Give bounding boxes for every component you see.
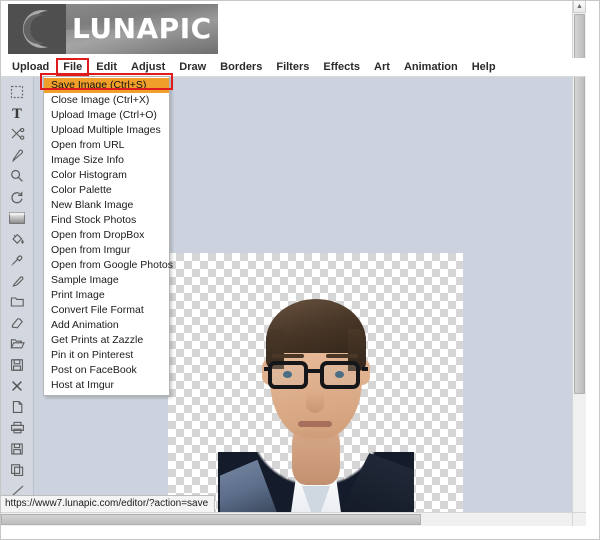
photo-chin [286, 431, 344, 449]
menu-post-on-facebook[interactable]: Post on FaceBook [44, 363, 169, 378]
menu-item-borders[interactable]: Borders [213, 59, 269, 75]
scroll-up-button[interactable]: ▲ [573, 0, 586, 13]
horizontal-scroll-thumb[interactable] [1, 514, 421, 525]
menu-item-filters[interactable]: Filters [269, 59, 316, 75]
svg-text:T: T [12, 107, 22, 120]
menu-new-blank-image[interactable]: New Blank Image [44, 198, 169, 213]
scissors-icon[interactable] [0, 123, 34, 144]
save-as-icon[interactable] [0, 438, 34, 459]
photo-glasses-bridge [308, 369, 322, 373]
menu-color-histogram[interactable]: Color Histogram [44, 168, 169, 183]
marquee-select-icon[interactable] [0, 81, 34, 102]
close-x-icon[interactable] [0, 375, 34, 396]
copy-icon[interactable] [0, 459, 34, 480]
open-folder-icon[interactable] [0, 333, 34, 354]
menu-find-stock-photos[interactable]: Find Stock Photos [44, 213, 169, 228]
eraser-icon[interactable] [0, 312, 34, 333]
site-header: LUNAPIC [0, 0, 586, 57]
photo-brow-left [272, 354, 304, 358]
horizontal-scrollbar[interactable]: ▶ [0, 512, 586, 526]
window-right-gutter [586, 0, 600, 540]
lunapic-editor-page: LUNAPIC Upload File Edit Adjust Draw Bor… [0, 0, 586, 526]
rotate-icon[interactable] [0, 186, 34, 207]
menu-sample-image[interactable]: Sample Image [44, 273, 169, 288]
text-tool-icon[interactable]: T [0, 102, 34, 123]
browser-window: LUNAPIC Upload File Edit Adjust Draw Bor… [0, 0, 600, 540]
menu-get-prints-at-zazzle[interactable]: Get Prints at Zazzle [44, 333, 169, 348]
gradient-icon[interactable] [0, 207, 34, 228]
eyedropper-icon[interactable] [0, 249, 34, 270]
photo-eye-right [335, 371, 344, 378]
image-canvas[interactable] [168, 253, 463, 526]
folder-icon[interactable] [0, 291, 34, 312]
status-link-preview: https://www7.lunapic.com/editor/?action=… [0, 495, 216, 512]
paint-bucket-icon[interactable] [0, 228, 34, 249]
menu-add-animation[interactable]: Add Animation [44, 318, 169, 333]
photo-nose [306, 391, 324, 413]
menu-open-from-url[interactable]: Open from URL [44, 138, 169, 153]
tool-palette[interactable]: T [0, 77, 34, 526]
photo-glasses-temple-left [264, 367, 270, 371]
paintbrush-icon[interactable] [0, 270, 34, 291]
menu-pin-it-on-pinterest[interactable]: Pin it on Pinterest [44, 348, 169, 363]
photo-eye-left [283, 371, 292, 378]
menu-item-file[interactable]: File [56, 58, 90, 76]
menu-open-from-google-photos[interactable]: Open from Google Photos [44, 258, 173, 273]
lunapic-logo[interactable]: LUNAPIC [8, 4, 218, 54]
scroll-up-arrow-icon: ▲ [576, 3, 583, 10]
menu-close-image[interactable]: Close Image (Ctrl+X) [44, 93, 169, 108]
portrait-photo [218, 275, 414, 526]
crescent-moon-icon [22, 10, 48, 49]
vertical-scrollbar[interactable]: ▲ ▼ [572, 0, 586, 526]
window-bottom-gutter [0, 526, 600, 540]
menu-item-art[interactable]: Art [367, 59, 397, 75]
logo-wordmark: LUNAPIC [72, 12, 212, 45]
menu-item-adjust[interactable]: Adjust [124, 59, 172, 75]
menu-convert-file-format[interactable]: Convert File Format [44, 303, 169, 318]
file-dropdown-menu[interactable]: Save Image (Ctrl+S) Close Image (Ctrl+X)… [43, 76, 173, 396]
menu-open-from-dropbox[interactable]: Open from DropBox [44, 228, 169, 243]
menu-upload-image[interactable]: Upload Image (Ctrl+O) [44, 108, 169, 123]
menu-item-draw[interactable]: Draw [172, 59, 213, 75]
menu-item-effects[interactable]: Effects [316, 59, 367, 75]
menu-open-from-imgur[interactable]: Open from Imgur [44, 243, 169, 258]
main-menubar[interactable]: Upload File Edit Adjust Draw Borders Fil… [0, 58, 586, 77]
save-disk-icon[interactable] [0, 354, 34, 375]
printer-icon[interactable] [0, 417, 34, 438]
new-page-icon[interactable] [0, 396, 34, 417]
menu-item-help[interactable]: Help [465, 59, 503, 75]
photo-brow-right [326, 354, 358, 358]
menu-item-upload[interactable]: Upload [5, 59, 56, 75]
menu-host-at-imgur[interactable]: Host at Imgur [44, 378, 169, 393]
photo-glasses-temple-right [362, 367, 368, 371]
menu-item-edit[interactable]: Edit [89, 59, 124, 75]
photo-mouth [298, 421, 332, 427]
menu-color-palette[interactable]: Color Palette [44, 183, 169, 198]
menu-item-animation[interactable]: Animation [397, 59, 465, 75]
menu-image-size-info[interactable]: Image Size Info [44, 153, 169, 168]
magnifier-icon[interactable] [0, 165, 34, 186]
menu-upload-multiple-images[interactable]: Upload Multiple Images [44, 123, 169, 138]
pencil-icon[interactable] [0, 144, 34, 165]
menu-print-image[interactable]: Print Image [44, 288, 169, 303]
photo-glasses [264, 354, 368, 391]
scrollbar-corner [572, 512, 586, 526]
menu-save-image[interactable]: Save Image (Ctrl+S) [44, 78, 169, 93]
